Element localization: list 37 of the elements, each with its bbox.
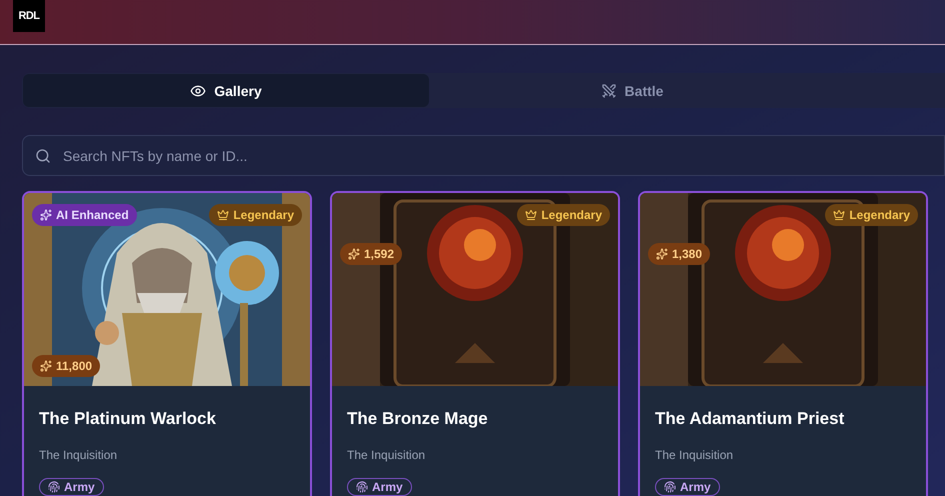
collection-name: The Inquisition (655, 446, 734, 464)
nft-card[interactable]: Legendary 1,592 The Bronze Mage The Inquisition Army (330, 191, 620, 496)
sparkle-icon (348, 248, 360, 260)
rarity-badge: Legendary (517, 204, 610, 226)
sparkle-icon (40, 209, 52, 221)
rarity-badge: Legendary (209, 204, 302, 226)
crown-icon (833, 209, 846, 221)
eye-icon (190, 82, 206, 98)
tag-chip: Army (347, 478, 412, 496)
power-badge: 11,800 (32, 355, 100, 377)
ai-enhanced-badge: AI Enhanced (32, 204, 137, 226)
collection-name: The Inquisition (39, 446, 118, 464)
card-title: The Adamantium Priest (655, 408, 846, 430)
nft-card[interactable]: Legendary 1,380 The Adamantium Priest The Inquisition Army (638, 191, 928, 496)
crown-icon (525, 209, 538, 221)
card-title: The Bronze Mage (347, 408, 489, 430)
nft-card[interactable]: AI Enhanced Legendary 11,800 The Platinum Warlock The Inquisition Army (22, 191, 312, 496)
search-bar[interactable]: Search NFTs by name or ID... (22, 135, 945, 176)
fingerprint-icon (356, 480, 368, 492)
tag-chip: Army (39, 478, 104, 496)
sparkle-icon (656, 248, 668, 260)
tab[interactable]: Gallery (23, 74, 429, 107)
tag-chip: Army (655, 478, 720, 496)
fingerprint-icon (48, 480, 60, 492)
search-icon (35, 148, 51, 164)
rarity-badge: Legendary (825, 204, 918, 226)
fingerprint-icon (664, 480, 676, 492)
swords-icon (600, 82, 617, 98)
tab[interactable]: Battle (429, 74, 835, 107)
power-badge: 1,592 (340, 243, 402, 265)
search-field[interactable]: Search NFTs by name or ID... (63, 146, 663, 166)
logo[interactable]: RDL (13, 0, 45, 32)
collection-name: The Inquisition (347, 446, 426, 464)
card-title: The Platinum Warlock (39, 408, 217, 430)
crown-icon (217, 209, 230, 221)
power-badge: 1,380 (648, 243, 710, 265)
sparkle-icon (40, 360, 52, 372)
